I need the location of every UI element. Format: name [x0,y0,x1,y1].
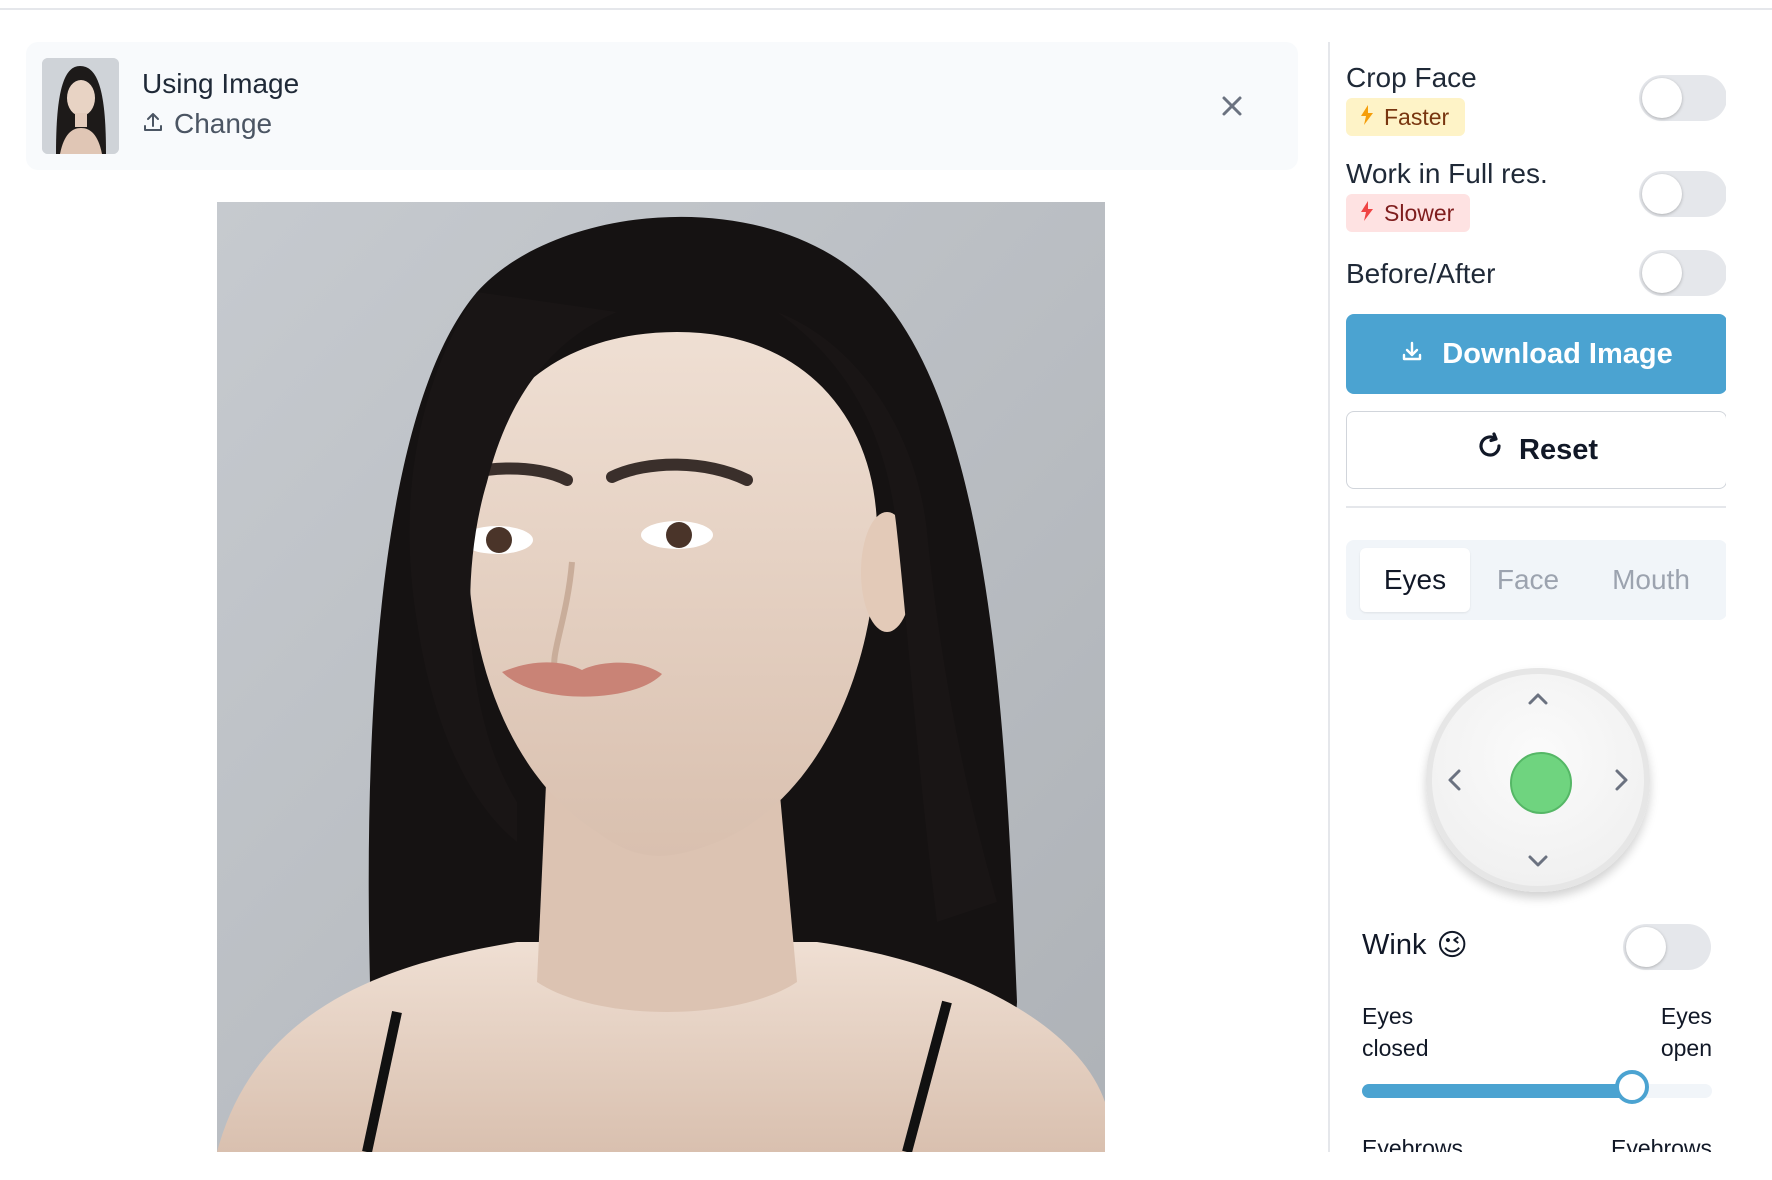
close-icon[interactable] [1212,86,1252,126]
eyebrows-right-label: Eyebrows [1611,1135,1712,1152]
toggle-knob [1642,253,1682,293]
faster-badge: Faster [1346,98,1466,136]
full-res-toggle[interactable] [1639,171,1726,217]
section-divider [1346,506,1726,508]
slower-label: Slower [1384,199,1455,226]
toggle-knob [1642,174,1682,214]
eyes-openness-slider[interactable] [1362,1070,1712,1104]
joystick-handle[interactable] [1510,752,1572,814]
faster-label: Faster [1384,103,1450,130]
panel-divider [1328,42,1330,1152]
tab-mouth[interactable]: Mouth [1586,548,1716,612]
image-thumbnail [42,58,119,154]
tab-face[interactable]: Face [1470,548,1586,612]
download-icon [1400,338,1424,371]
wink-emoji-icon: 😉 [1436,929,1468,962]
lightning-icon [1360,200,1374,227]
slower-badge: Slower [1346,194,1471,232]
refresh-icon [1475,431,1505,469]
gaze-joystick[interactable] [1426,668,1650,892]
change-image-button[interactable]: Change [142,108,272,140]
eyes-closed-label: Eyes closed [1362,1003,1429,1061]
wink-toggle[interactable] [1623,924,1711,970]
using-image-title: Using Image [142,68,300,99]
chevron-down-icon[interactable] [1523,846,1553,876]
toggle-knob [1642,78,1682,118]
portrait-image [217,202,1105,1152]
upload-icon [142,108,164,140]
before-after-label: Before/After [1346,258,1496,289]
change-label: Change [174,108,273,139]
reset-label: Reset [1519,433,1598,466]
controls-panel: Crop Face Faster Work in Full res. Slowe… [1346,0,1726,1152]
lightning-icon [1360,104,1374,131]
image-source-card: Using Image Change [26,42,1298,170]
toggle-knob [1626,927,1666,967]
download-label: Download Image [1442,337,1673,370]
eyebrows-left-label: Eyebrows [1362,1135,1463,1152]
chevron-up-icon[interactable] [1523,684,1553,714]
download-image-button[interactable]: Download Image [1346,314,1726,394]
before-after-toggle[interactable] [1639,250,1726,296]
crop-face-label: Crop Face [1346,62,1477,93]
slider-thumb[interactable] [1614,1070,1649,1104]
reset-button[interactable]: Reset [1346,411,1726,489]
crop-face-toggle[interactable] [1639,75,1726,121]
full-res-label: Work in Full res. [1346,158,1548,189]
wink-row-label: Wink 😉 [1362,928,1468,963]
chevron-left-icon[interactable] [1440,765,1470,795]
wink-label: Wink [1362,929,1427,961]
eyes-open-label: Eyes open [1660,1003,1712,1061]
chevron-right-icon[interactable] [1606,765,1636,795]
slider-fill [1362,1084,1632,1098]
feature-tabs: Eyes Face Mouth [1346,540,1726,620]
tab-eyes[interactable]: Eyes [1360,548,1470,612]
